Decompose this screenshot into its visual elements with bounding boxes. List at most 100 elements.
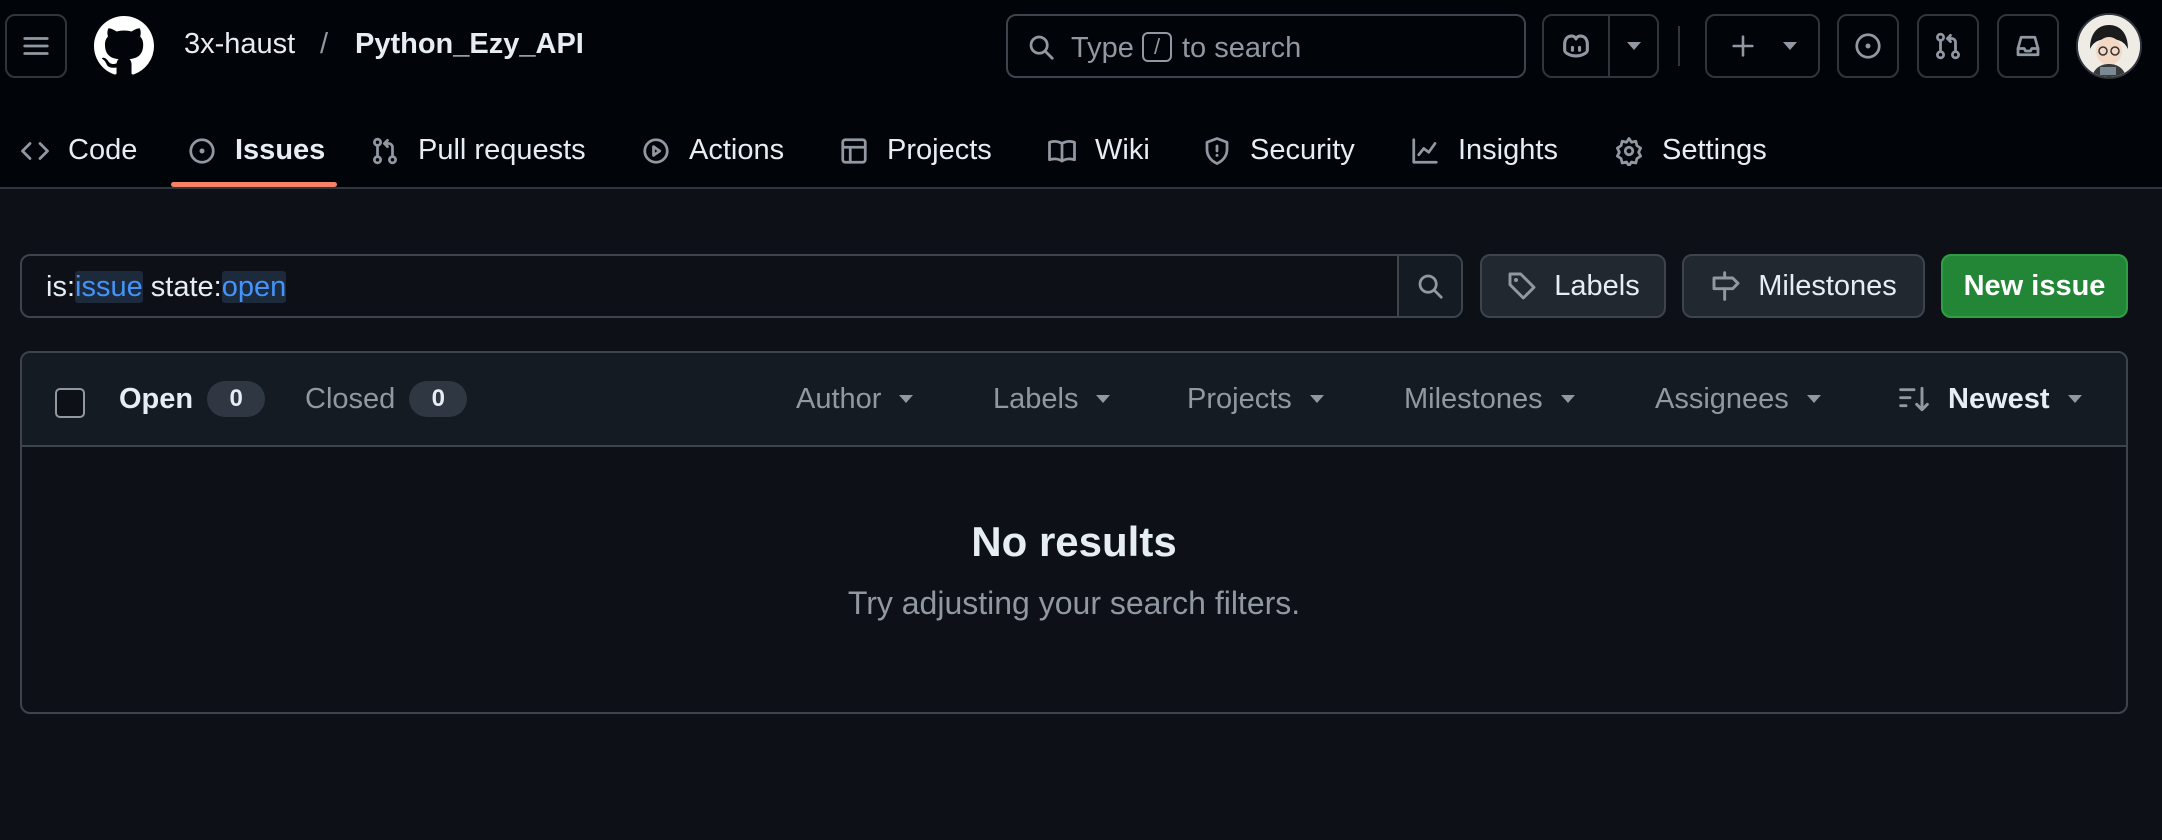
issues-list-header: Open 0 Closed 0 Author Labels Projects M…: [22, 353, 2126, 447]
issue-opened-icon: [189, 137, 215, 164]
graph-icon: [1412, 137, 1438, 164]
closed-label: Closed: [305, 382, 396, 415]
projects-filter-dropdown[interactable]: Projects: [1187, 353, 1324, 445]
milestones-button-label: Milestones: [1758, 269, 1897, 302]
search-icon: [1029, 35, 1054, 60]
inbox-icon: [2016, 35, 2040, 57]
labels-button-label: Labels: [1554, 269, 1640, 302]
tab-issues[interactable]: Issues: [187, 112, 325, 189]
play-icon: [643, 137, 669, 164]
select-all-checkbox[interactable]: [55, 388, 85, 418]
sort-desc-icon: [1899, 386, 1929, 412]
open-global-navigation-button[interactable]: [5, 14, 67, 78]
shield-icon: [1205, 136, 1229, 165]
active-tab-underline: [171, 182, 337, 187]
new-issue-button-label: New issue: [1963, 269, 2106, 302]
filter-token-key: is:: [46, 271, 75, 303]
create-new-button[interactable]: [1705, 14, 1820, 78]
repo-nav-tabs: Code Issues Pull requests Actions Projec…: [0, 112, 2162, 189]
closed-count-badge: 0: [409, 381, 468, 417]
tab-wiki-label: Wiki: [1095, 134, 1150, 166]
empty-state-hint: Try adjusting your search filters.: [847, 585, 1301, 621]
inbox-button[interactable]: [1997, 14, 2059, 78]
milestone-icon: [1712, 271, 1740, 301]
header-divider: [1678, 26, 1680, 66]
chevron-down-icon: [1782, 42, 1797, 50]
your-issues-button[interactable]: [1837, 14, 1899, 78]
your-pull-requests-button[interactable]: [1917, 14, 1979, 78]
tab-actions[interactable]: Actions: [641, 112, 784, 189]
filter-token-value: issue: [75, 271, 143, 303]
repo-owner-link[interactable]: 3x-haust: [184, 28, 295, 61]
copilot-button[interactable]: [1542, 14, 1659, 78]
tab-code-label: Code: [68, 134, 138, 166]
labels-filter-dropdown[interactable]: Labels: [993, 353, 1111, 445]
tab-projects-label: Projects: [887, 134, 992, 166]
repo-name-link[interactable]: Python_Ezy_API: [355, 28, 584, 61]
chevron-down-icon: [1309, 395, 1324, 403]
assignees-filter-dropdown[interactable]: Assignees: [1655, 353, 1821, 445]
global-header: 3x-haust / Python_Ezy_API Type / to sear…: [0, 0, 2162, 189]
sort-label: Newest: [1948, 382, 2050, 415]
tab-issues-label: Issues: [235, 134, 326, 166]
tab-settings-label: Settings: [1662, 134, 1767, 166]
chevron-down-icon: [2067, 395, 2082, 403]
git-pull-request-icon: [1936, 32, 1960, 60]
tab-pull-requests[interactable]: Pull requests: [370, 112, 586, 189]
avatar[interactable]: [2076, 13, 2142, 79]
search-icon: [1418, 274, 1443, 299]
search-placeholder-suffix: to search: [1182, 32, 1302, 64]
milestones-filter-dropdown[interactable]: Milestones: [1404, 353, 1575, 445]
open-issues-filter[interactable]: Open 0: [119, 353, 266, 445]
tab-security-label: Security: [1250, 134, 1355, 166]
github-logo-icon[interactable]: [94, 16, 154, 76]
filter-query: is:issue state:open: [46, 271, 287, 304]
book-icon: [1048, 139, 1076, 162]
open-label: Open: [119, 382, 194, 415]
sort-dropdown[interactable]: Newest: [1898, 353, 2082, 445]
copilot-icon: [1563, 34, 1589, 58]
copilot-menu-chevron-down-icon[interactable]: [1610, 42, 1657, 50]
hamburger-icon: [23, 37, 49, 55]
plus-icon: [1731, 35, 1754, 57]
issues-filter-input[interactable]: is:issue state:open: [20, 254, 1463, 318]
assignees-filter-label: Assignees: [1655, 382, 1789, 415]
chevron-down-icon: [1560, 395, 1575, 403]
chevron-down-icon: [1096, 395, 1111, 403]
tab-actions-label: Actions: [689, 134, 785, 166]
table-icon: [841, 137, 867, 164]
tab-insights-label: Insights: [1458, 134, 1558, 166]
filter-search-button[interactable]: [1397, 256, 1461, 316]
tab-wiki[interactable]: Wiki: [1047, 112, 1150, 189]
global-search-input[interactable]: Type / to search: [1006, 14, 1526, 78]
projects-filter-label: Projects: [1187, 382, 1292, 415]
author-filter-dropdown[interactable]: Author: [796, 353, 914, 445]
filter-token-key: state:: [142, 271, 222, 303]
chevron-down-icon: [1806, 395, 1821, 403]
search-shortcut-key: /: [1142, 32, 1172, 62]
empty-state-title: No results: [971, 518, 1177, 565]
milestones-button[interactable]: Milestones: [1682, 254, 1925, 318]
code-icon: [21, 141, 49, 160]
chevron-down-icon: [899, 395, 914, 403]
filter-token-value: open: [221, 271, 287, 303]
new-issue-button[interactable]: New issue: [1941, 254, 2128, 318]
open-count-badge: 0: [207, 381, 266, 417]
issue-opened-icon: [1855, 33, 1881, 59]
tab-insights[interactable]: Insights: [1410, 112, 1558, 189]
search-placeholder-prefix: Type: [1071, 32, 1134, 64]
breadcrumb-separator: /: [320, 28, 329, 60]
tab-code[interactable]: Code: [20, 112, 137, 189]
author-filter-label: Author: [796, 382, 882, 415]
labels-filter-label: Labels: [993, 382, 1079, 415]
git-pull-request-icon: [373, 137, 397, 164]
tab-security[interactable]: Security: [1202, 112, 1355, 189]
gear-icon: [1616, 136, 1642, 166]
issues-list: Open 0 Closed 0 Author Labels Projects M…: [20, 351, 2128, 714]
labels-button[interactable]: Labels: [1480, 254, 1666, 318]
tab-projects[interactable]: Projects: [839, 112, 992, 189]
tab-pull-requests-label: Pull requests: [418, 134, 586, 166]
tab-settings[interactable]: Settings: [1614, 112, 1767, 189]
closed-issues-filter[interactable]: Closed 0: [305, 353, 468, 445]
tag-icon: [1508, 272, 1536, 300]
